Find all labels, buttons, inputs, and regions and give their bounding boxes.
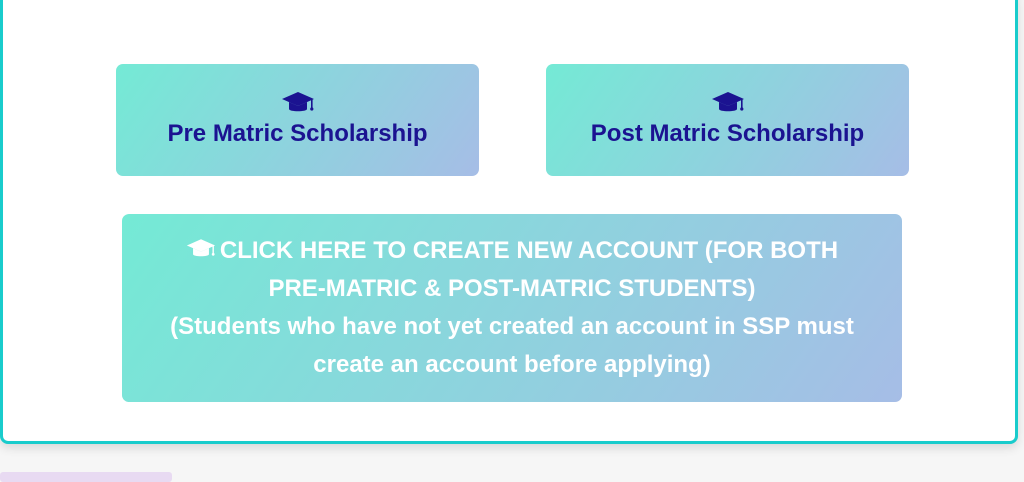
footer-chip xyxy=(0,472,172,482)
graduation-cap-icon xyxy=(186,239,216,257)
create-account-line-1: CLICK HERE TO CREATE NEW ACCOUNT (FOR BO… xyxy=(219,237,839,264)
create-account-line-1-row: CLICK HERE TO CREATE NEW ACCOUNT (FOR BO… xyxy=(186,232,838,270)
post-matric-scholarship-label: Post Matric Scholarship xyxy=(590,120,865,147)
create-new-account-button[interactable]: CLICK HERE TO CREATE NEW ACCOUNT (FOR BO… xyxy=(122,214,902,402)
graduation-cap-icon xyxy=(281,92,314,112)
pre-matric-scholarship-button[interactable]: Pre Matric Scholarship xyxy=(116,64,479,176)
pre-matric-scholarship-label: Pre Matric Scholarship xyxy=(167,120,428,147)
post-matric-scholarship-button[interactable]: Post Matric Scholarship xyxy=(546,64,909,176)
create-account-line-2: PRE-MATRIC & POST-MATRIC STUDENTS) xyxy=(268,275,756,302)
graduation-cap-icon xyxy=(711,92,744,112)
create-account-line-3: (Students who have not yet created an ac… xyxy=(170,313,854,340)
create-account-line-4: create an account before applying) xyxy=(313,351,711,378)
